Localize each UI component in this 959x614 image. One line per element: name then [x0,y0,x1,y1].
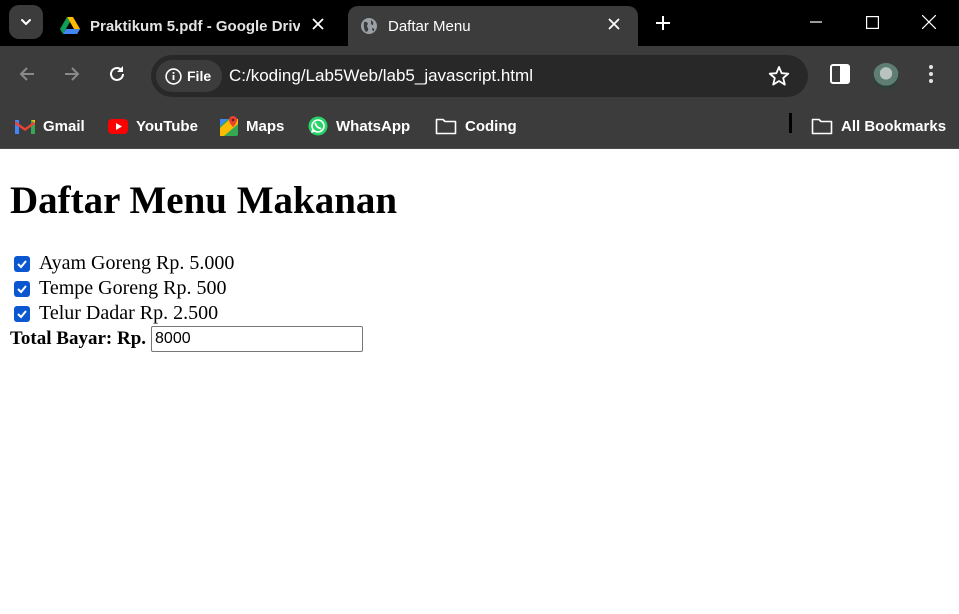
tab-praktikum[interactable]: Praktikum 5.pdf - Google Drive [48,6,342,46]
bookmark-label: WhatsApp [336,117,411,135]
bookmarks-bar: Gmail YouTube Maps WhatsApp Coding All B… [0,103,959,149]
all-bookmarks-label: All Bookmarks [841,117,947,135]
maps-icon [220,116,238,136]
bookmarks-separator [789,113,792,133]
profile-avatar[interactable] [873,63,899,89]
menu-item-label: Telur Dadar Rp. 2.500 [39,302,219,324]
browser-menu-button[interactable] [920,63,942,85]
arrow-left-icon [19,67,34,81]
whatsapp-icon [308,116,328,136]
page-content: Daftar Menu Makanan Ayam Goreng Rp. 5.00… [0,149,959,614]
plus-icon [656,16,670,30]
reload-button[interactable] [102,59,132,89]
menu-item-checkbox[interactable] [14,255,30,272]
chevron-down-icon [21,19,31,25]
bookmark-label: Gmail [43,117,85,135]
bookmark-whatsapp[interactable]: WhatsApp [308,112,410,140]
checkmark-icon [17,309,27,318]
address-bar[interactable]: File C:/koding/Lab5Web/lab5_javascript.h… [151,55,808,97]
folder-icon [811,118,833,135]
maximize-icon [865,15,879,29]
menu-item-label: Ayam Goreng Rp. 5.000 [39,252,235,274]
menu-item-label: Tempe Goreng Rp. 500 [39,277,227,299]
close-icon [312,18,324,30]
forward-button[interactable] [57,59,87,89]
bookmark-youtube[interactable]: YouTube [108,112,198,140]
new-tab-button[interactable] [650,10,676,36]
tab-close-button[interactable] [308,14,328,34]
tab-daftar-menu[interactable]: Daftar Menu [348,6,638,46]
info-icon [165,67,182,85]
google-drive-icon [60,17,80,34]
bookmark-gmail[interactable]: Gmail [15,112,85,140]
menu-item-checkbox[interactable] [14,305,30,322]
close-icon [608,18,620,30]
total-row: Total Bayar: Rp. [10,326,364,352]
menu-dot [929,79,933,83]
reload-icon [110,66,124,81]
back-button[interactable] [12,59,42,89]
tab-title: Daftar Menu [388,17,471,35]
minimize-button[interactable] [796,6,836,38]
youtube-icon [108,118,128,134]
globe-icon [361,18,377,34]
site-info-chip[interactable]: File [156,60,222,92]
checkmark-icon [17,284,27,293]
gmail-icon [15,119,35,134]
minimize-icon [810,21,822,23]
browser-toolbar: File C:/koding/Lab5Web/lab5_javascript.h… [0,46,959,103]
menu-item-ayam-goreng[interactable]: Ayam Goreng Rp. 5.000 [14,252,234,275]
all-bookmarks-button[interactable]: All Bookmarks [811,112,946,140]
menu-item-checkbox[interactable] [14,280,30,297]
url-text: C:/koding/Lab5Web/lab5_javascript.html [229,66,533,85]
bookmark-star-icon[interactable] [768,65,790,87]
folder-icon [435,118,457,135]
checkmark-icon [17,259,27,268]
tab-strip: Praktikum 5.pdf - Google Drive Daftar Me… [0,0,959,46]
bookmark-label: Coding [465,117,517,135]
menu-item-telur-dadar[interactable]: Telur Dadar Rp. 2.500 [14,302,218,325]
total-label: Total Bayar: Rp. [10,328,147,349]
bookmark-label: Maps [246,117,285,135]
page-title: Daftar Menu Makanan [10,179,398,222]
site-info-label: File [187,68,212,84]
bookmark-folder-coding[interactable]: Coding [435,112,517,140]
bookmark-label: YouTube [136,117,198,135]
menu-dot [929,65,933,69]
maximize-button[interactable] [852,6,892,38]
total-input[interactable] [151,326,364,352]
bookmark-maps[interactable]: Maps [220,112,284,140]
tab-title: Praktikum 5.pdf - Google Drive [90,17,300,35]
side-panel-icon[interactable] [829,63,851,85]
window-close-button[interactable] [909,6,949,38]
close-icon [922,15,936,29]
menu-item-tempe-goreng[interactable]: Tempe Goreng Rp. 500 [14,277,226,300]
arrow-right-icon [65,67,80,81]
tab-close-button[interactable] [604,14,624,34]
menu-dot [929,72,933,76]
tab-search-button[interactable] [9,5,43,39]
